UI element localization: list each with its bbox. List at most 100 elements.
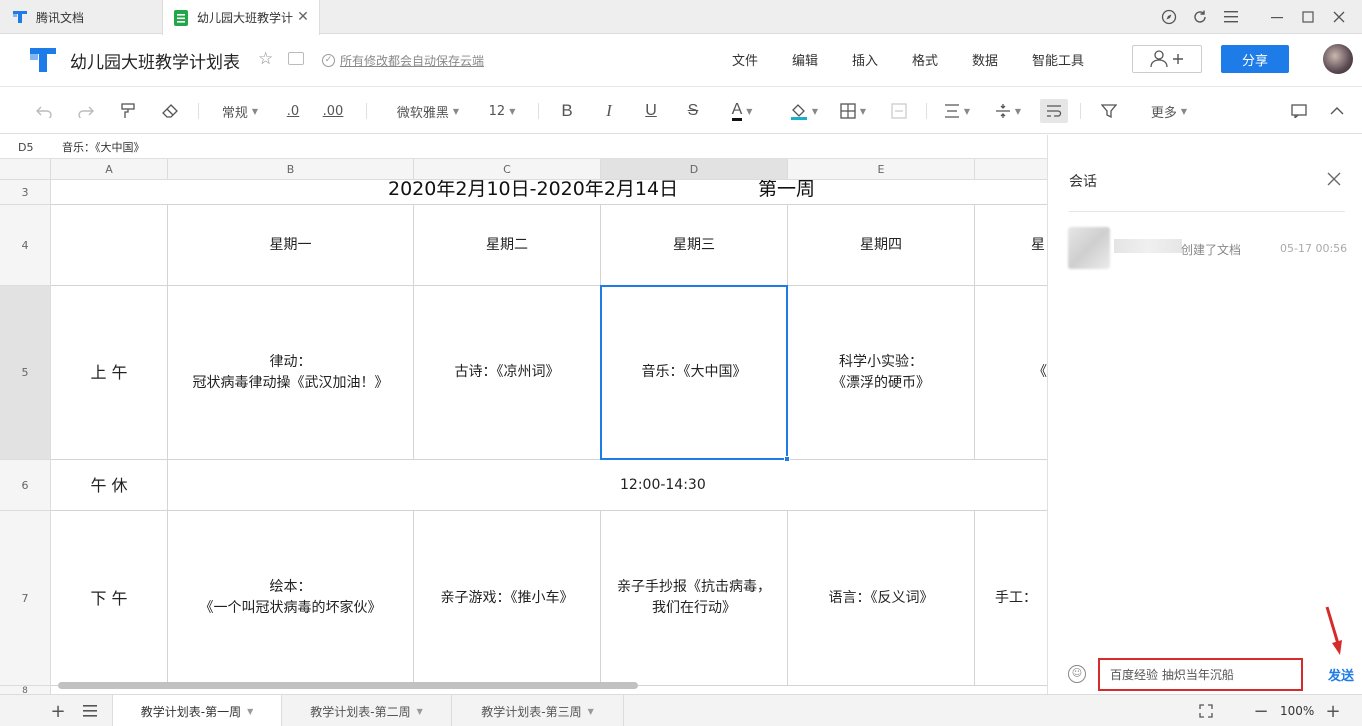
chevron-down-icon: ▼ <box>416 706 423 716</box>
tab-document[interactable]: 幼儿园大班教学计 ✕ <box>162 0 320 35</box>
cell-b7[interactable]: 绘本： 《一个叫冠状病毒的坏家伙》 <box>168 511 414 686</box>
menu-format[interactable]: 格式 <box>912 50 938 69</box>
compass-icon[interactable] <box>1154 0 1184 34</box>
fullscreen-icon[interactable] <box>1194 699 1218 723</box>
sheet-list-icon[interactable] <box>78 699 102 723</box>
merge-cells-icon[interactable] <box>888 99 910 123</box>
row-header-4[interactable]: 4 <box>0 205 51 286</box>
menu-insert[interactable]: 插入 <box>852 50 878 69</box>
increase-decimal-button[interactable]: .00 <box>318 99 348 123</box>
sheet-tab-week-2[interactable]: 教学计划表-第二周 ▼ <box>282 695 452 726</box>
horizontal-align-button[interactable]: ▼ <box>940 99 974 123</box>
cell-d5[interactable]: 音乐：《大中国》 <box>601 286 788 460</box>
menu-data[interactable]: 数据 <box>972 50 998 69</box>
activity-time: 05-17 00:56 <box>1280 242 1348 255</box>
folder-icon[interactable] <box>288 52 304 65</box>
comment-icon[interactable] <box>1288 99 1310 123</box>
sheet-tab-week-3[interactable]: 教学计划表-第三周 ▼ <box>452 695 624 726</box>
cell-e5[interactable]: 科学小实验： 《漂浮的硬币》 <box>788 286 975 460</box>
cell-f7[interactable]: 手工： <box>975 511 1047 686</box>
row-header-8[interactable]: 8 <box>0 686 51 694</box>
decrease-decimal-button[interactable]: .0 <box>282 99 304 123</box>
tencent-docs-logo-icon[interactable] <box>28 46 58 74</box>
column-header-e[interactable]: E <box>788 159 975 180</box>
grid-corner[interactable] <box>0 159 51 180</box>
send-button[interactable]: 发送 <box>1328 665 1354 684</box>
vertical-align-button[interactable]: ▼ <box>990 99 1026 123</box>
fill-color-button[interactable]: ▼ <box>786 99 822 123</box>
column-header-a[interactable]: A <box>51 159 168 180</box>
emoji-icon[interactable]: ☺ <box>1068 665 1086 683</box>
column-header-b[interactable]: B <box>168 159 414 180</box>
cell-monday-header[interactable]: 星期一 <box>168 205 414 286</box>
week-title-row[interactable]: 2020年2月10日-2020年2月14日 第一周 <box>51 180 1047 205</box>
cell-d7[interactable]: 亲子手抄报《抗击病毒， 我们在行动》 <box>601 511 788 686</box>
column-header-d[interactable]: D <box>601 159 788 180</box>
panel-close-icon[interactable] <box>1327 167 1341 191</box>
row-header-5[interactable]: 5 <box>0 286 51 460</box>
row-header-7[interactable]: 7 <box>0 511 51 686</box>
close-icon[interactable] <box>1324 0 1354 34</box>
cell-noon-label[interactable]: 午 休 <box>51 460 168 511</box>
tab-tencent-docs[interactable]: 腾讯文档 <box>0 0 160 34</box>
underline-button[interactable]: U <box>640 99 662 123</box>
font-family-select[interactable]: 微软雅黑 ▼ <box>388 99 468 123</box>
zoom-out-icon[interactable]: − <box>1249 699 1273 723</box>
redo-icon[interactable] <box>74 99 98 123</box>
formula-input[interactable]: 音乐：《大中国》 <box>62 135 145 159</box>
italic-button[interactable]: I <box>598 99 620 123</box>
menu-edit[interactable]: 编辑 <box>792 50 818 69</box>
format-painter-icon[interactable] <box>116 99 140 123</box>
cell-thursday-header[interactable]: 星期四 <box>788 205 975 286</box>
creator-avatar <box>1068 227 1110 269</box>
menu-icon[interactable] <box>1216 0 1246 34</box>
column-header-f[interactable] <box>975 159 1047 180</box>
tab-label: 幼儿园大班教学计 <box>197 11 294 25</box>
zoom-level[interactable]: 100% <box>1280 695 1314 726</box>
cell-a4[interactable] <box>51 205 168 286</box>
bold-button[interactable]: B <box>556 99 578 123</box>
cell-c5[interactable]: 古诗：《凉州词》 <box>414 286 601 460</box>
column-header-c[interactable]: C <box>414 159 601 180</box>
font-size-select[interactable]: 12 ▼ <box>484 99 520 123</box>
cell-c7[interactable]: 亲子游戏：《推小车》 <box>414 511 601 686</box>
strikethrough-button[interactable]: S <box>682 99 704 123</box>
minimize-icon[interactable] <box>1262 0 1292 34</box>
row-header-6[interactable]: 6 <box>0 460 51 511</box>
add-sheet-icon[interactable]: + <box>46 699 70 723</box>
font-color-button[interactable]: A ▼ <box>724 99 760 123</box>
clear-format-icon[interactable] <box>158 99 182 123</box>
cell-f5[interactable]: 《 <box>975 286 1047 460</box>
menu-smart-tools[interactable]: 智能工具 <box>1032 50 1084 69</box>
more-button[interactable]: 更多 ▼ <box>1144 99 1194 123</box>
horizontal-scrollbar[interactable] <box>58 682 638 689</box>
message-input[interactable]: 百度经验 抽炽当年沉船 <box>1098 658 1303 691</box>
user-avatar[interactable] <box>1323 44 1353 74</box>
filter-icon[interactable] <box>1098 99 1120 123</box>
cell-b5[interactable]: 律动： 冠状病毒律动操《武汉加油！》 <box>168 286 414 460</box>
star-icon[interactable]: ☆ <box>258 49 273 69</box>
number-format-select[interactable]: 常规 ▼ <box>214 99 266 123</box>
cell-friday-header[interactable]: 星 <box>975 205 1047 286</box>
cell-reference[interactable]: D5 <box>0 135 52 159</box>
invite-collaborator-button[interactable] <box>1132 45 1202 73</box>
sheet-tab-week-1[interactable]: 教学计划表-第一周 ▼ <box>112 695 282 726</box>
zoom-in-icon[interactable]: + <box>1321 699 1345 723</box>
maximize-icon[interactable] <box>1293 0 1323 34</box>
tab-close-icon[interactable]: ✕ <box>295 9 311 25</box>
menu-file[interactable]: 文件 <box>732 50 758 69</box>
share-button[interactable]: 分享 <box>1221 45 1289 73</box>
cell-morning-label[interactable]: 上 午 <box>51 286 168 460</box>
cell-afternoon-label[interactable]: 下 午 <box>51 511 168 686</box>
undo-icon[interactable] <box>32 99 56 123</box>
row-header-3[interactable]: 3 <box>0 180 51 205</box>
cell-e7[interactable]: 语言：《反义词》 <box>788 511 975 686</box>
wrap-text-button[interactable] <box>1040 99 1068 123</box>
refresh-icon[interactable] <box>1185 0 1215 34</box>
cell-tuesday-header[interactable]: 星期二 <box>414 205 601 286</box>
borders-button[interactable]: ▼ <box>836 99 870 123</box>
document-title[interactable]: 幼儿园大班教学计划表 <box>70 48 240 73</box>
cell-wednesday-header[interactable]: 星期三 <box>601 205 788 286</box>
cell-noon-time[interactable]: 12:00-14:30 <box>168 460 1047 511</box>
collapse-toolbar-icon[interactable] <box>1326 99 1348 123</box>
